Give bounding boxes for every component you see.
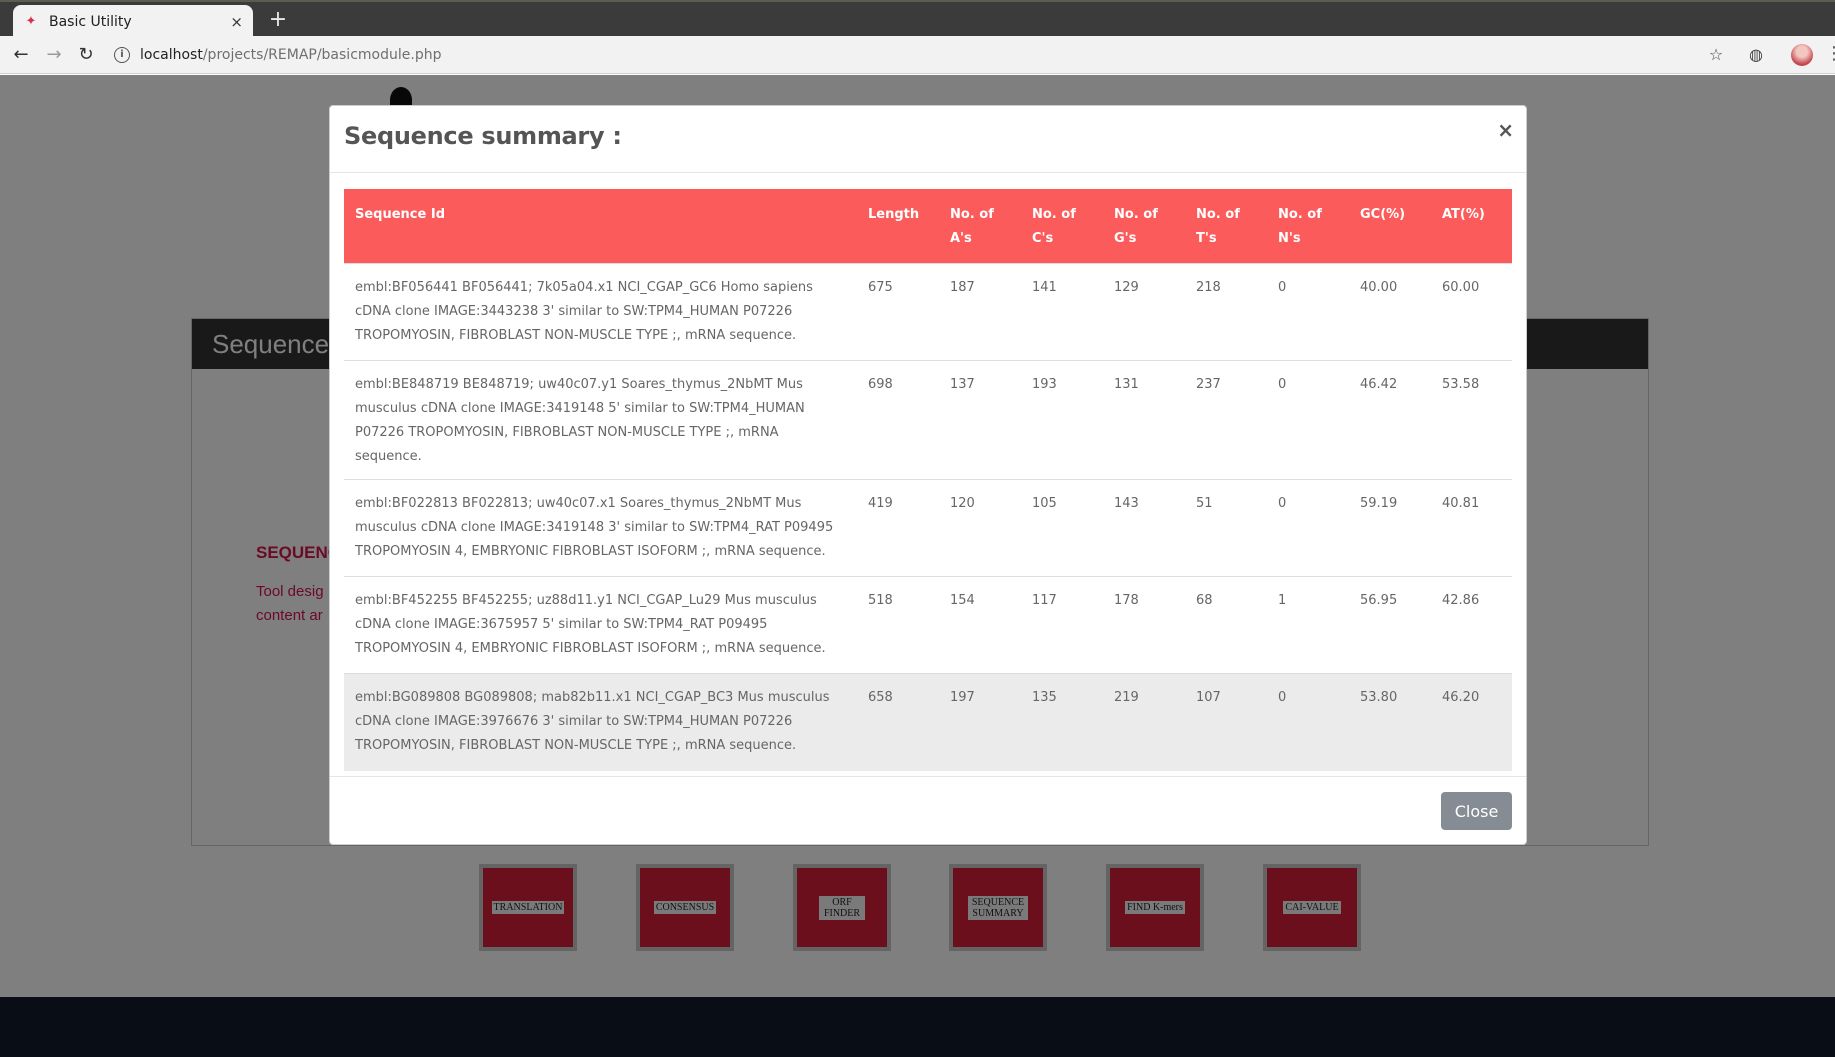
browser-tab-bar: ✦ Basic Utility × + xyxy=(0,0,1835,38)
table-row: embl:BF022813 BF022813; uw40c07.x1 Soare… xyxy=(344,479,1512,577)
column-header-g-count: No. of G's xyxy=(1103,189,1185,264)
modal-footer: Close xyxy=(330,776,1526,845)
t-count-cell: 107 xyxy=(1185,673,1267,771)
modal-header: Sequence summary : × xyxy=(330,106,1526,173)
table-row: embl:BE848719 BE848719; uw40c07.y1 Soare… xyxy=(344,360,1512,480)
url-path: /projects/REMAP/basicmodule.php xyxy=(202,47,442,63)
c-count-cell: 193 xyxy=(1021,360,1103,480)
new-tab-icon[interactable]: + xyxy=(266,8,290,32)
gc-percent-cell: 46.42 xyxy=(1349,360,1431,480)
column-header-a-count: No. of A's xyxy=(939,189,1021,264)
c-count-cell: 105 xyxy=(1021,479,1103,577)
close-button[interactable]: Close xyxy=(1441,792,1512,830)
table-row: embl:BF452255 BF452255; uz88d11.y1 NCI_C… xyxy=(344,576,1512,674)
tab-title: Basic Utility xyxy=(49,13,132,30)
c-count-cell: 141 xyxy=(1021,263,1103,361)
gc-percent-cell: 56.95 xyxy=(1349,576,1431,674)
g-count-cell: 131 xyxy=(1103,360,1185,480)
n-count-cell: 0 xyxy=(1267,673,1349,771)
at-percent-cell: 60.00 xyxy=(1431,263,1512,361)
modal-close-icon[interactable]: × xyxy=(1497,118,1514,142)
table-header-row: Sequence Id Length No. of A's No. of C's… xyxy=(344,189,1512,264)
column-header-gc-percent: GC(%) xyxy=(1349,189,1431,264)
length-cell: 658 xyxy=(857,673,939,771)
a-count-cell: 120 xyxy=(939,479,1021,577)
modal-title: Sequence summary : xyxy=(344,122,622,150)
browser-toolbar: ← → ↻ i localhost/projects/REMAP/basicmo… xyxy=(0,36,1835,74)
profile-avatar[interactable] xyxy=(1791,44,1813,66)
t-count-cell: 68 xyxy=(1185,576,1267,674)
globe-extension-icon[interactable]: ◍ xyxy=(1745,44,1767,66)
address-bar[interactable]: i localhost/projects/REMAP/basicmodule.p… xyxy=(114,41,1684,69)
back-arrow-icon[interactable]: ← xyxy=(9,43,33,67)
table-row: embl:BF056441 BF056441; 7k05a04.x1 NCI_C… xyxy=(344,263,1512,361)
site-info-icon[interactable]: i xyxy=(114,47,130,63)
column-header-at-percent: AT(%) xyxy=(1431,189,1512,264)
sequence-summary-modal: Sequence summary : × Sequence Id Length … xyxy=(329,105,1527,845)
t-count-cell: 218 xyxy=(1185,263,1267,361)
g-count-cell: 129 xyxy=(1103,263,1185,361)
browser-tab[interactable]: ✦ Basic Utility × xyxy=(13,5,253,38)
a-count-cell: 187 xyxy=(939,263,1021,361)
length-cell: 675 xyxy=(857,263,939,361)
column-header-n-count: No. of N's xyxy=(1267,189,1349,264)
t-count-cell: 237 xyxy=(1185,360,1267,480)
sequence-id-cell: embl:BF056441 BF056441; 7k05a04.x1 NCI_C… xyxy=(344,263,857,361)
g-count-cell: 143 xyxy=(1103,479,1185,577)
length-cell: 698 xyxy=(857,360,939,480)
menu-kebab-icon[interactable]: ⋮ xyxy=(1825,42,1835,66)
at-percent-cell: 53.58 xyxy=(1431,360,1512,480)
sequence-id-cell: embl:BF452255 BF452255; uz88d11.y1 NCI_C… xyxy=(344,576,857,674)
forward-arrow-icon[interactable]: → xyxy=(42,43,66,67)
n-count-cell: 0 xyxy=(1267,263,1349,361)
c-count-cell: 135 xyxy=(1021,673,1103,771)
length-cell: 518 xyxy=(857,576,939,674)
column-header-length: Length xyxy=(857,189,939,264)
n-count-cell: 1 xyxy=(1267,576,1349,674)
gc-percent-cell: 40.00 xyxy=(1349,263,1431,361)
tab-close-icon[interactable]: × xyxy=(230,13,243,31)
a-count-cell: 154 xyxy=(939,576,1021,674)
sequence-summary-table: Sequence Id Length No. of A's No. of C's… xyxy=(344,189,1512,771)
bookmark-star-icon[interactable]: ☆ xyxy=(1705,44,1727,66)
reload-icon[interactable]: ↻ xyxy=(74,43,98,67)
n-count-cell: 0 xyxy=(1267,479,1349,577)
column-header-c-count: No. of C's xyxy=(1021,189,1103,264)
at-percent-cell: 46.20 xyxy=(1431,673,1512,771)
g-count-cell: 178 xyxy=(1103,576,1185,674)
sequence-id-cell: embl:BF022813 BF022813; uw40c07.x1 Soare… xyxy=(344,479,857,577)
url-host: localhost xyxy=(140,47,203,63)
gc-percent-cell: 59.19 xyxy=(1349,479,1431,577)
t-count-cell: 51 xyxy=(1185,479,1267,577)
column-header-sequence-id: Sequence Id xyxy=(344,189,857,264)
at-percent-cell: 42.86 xyxy=(1431,576,1512,674)
table-row: embl:BG089808 BG089808; mab82b11.x1 NCI_… xyxy=(344,673,1512,771)
a-count-cell: 197 xyxy=(939,673,1021,771)
modal-body: Sequence Id Length No. of A's No. of C's… xyxy=(344,189,1512,771)
sequence-id-cell: embl:BE848719 BE848719; uw40c07.y1 Soare… xyxy=(344,360,857,480)
c-count-cell: 117 xyxy=(1021,576,1103,674)
a-count-cell: 137 xyxy=(939,360,1021,480)
site-favicon-icon: ✦ xyxy=(25,13,37,29)
length-cell: 419 xyxy=(857,479,939,577)
n-count-cell: 0 xyxy=(1267,360,1349,480)
at-percent-cell: 40.81 xyxy=(1431,479,1512,577)
gc-percent-cell: 53.80 xyxy=(1349,673,1431,771)
g-count-cell: 219 xyxy=(1103,673,1185,771)
column-header-t-count: No. of T's xyxy=(1185,189,1267,264)
sequence-id-cell: embl:BG089808 BG089808; mab82b11.x1 NCI_… xyxy=(344,673,857,771)
